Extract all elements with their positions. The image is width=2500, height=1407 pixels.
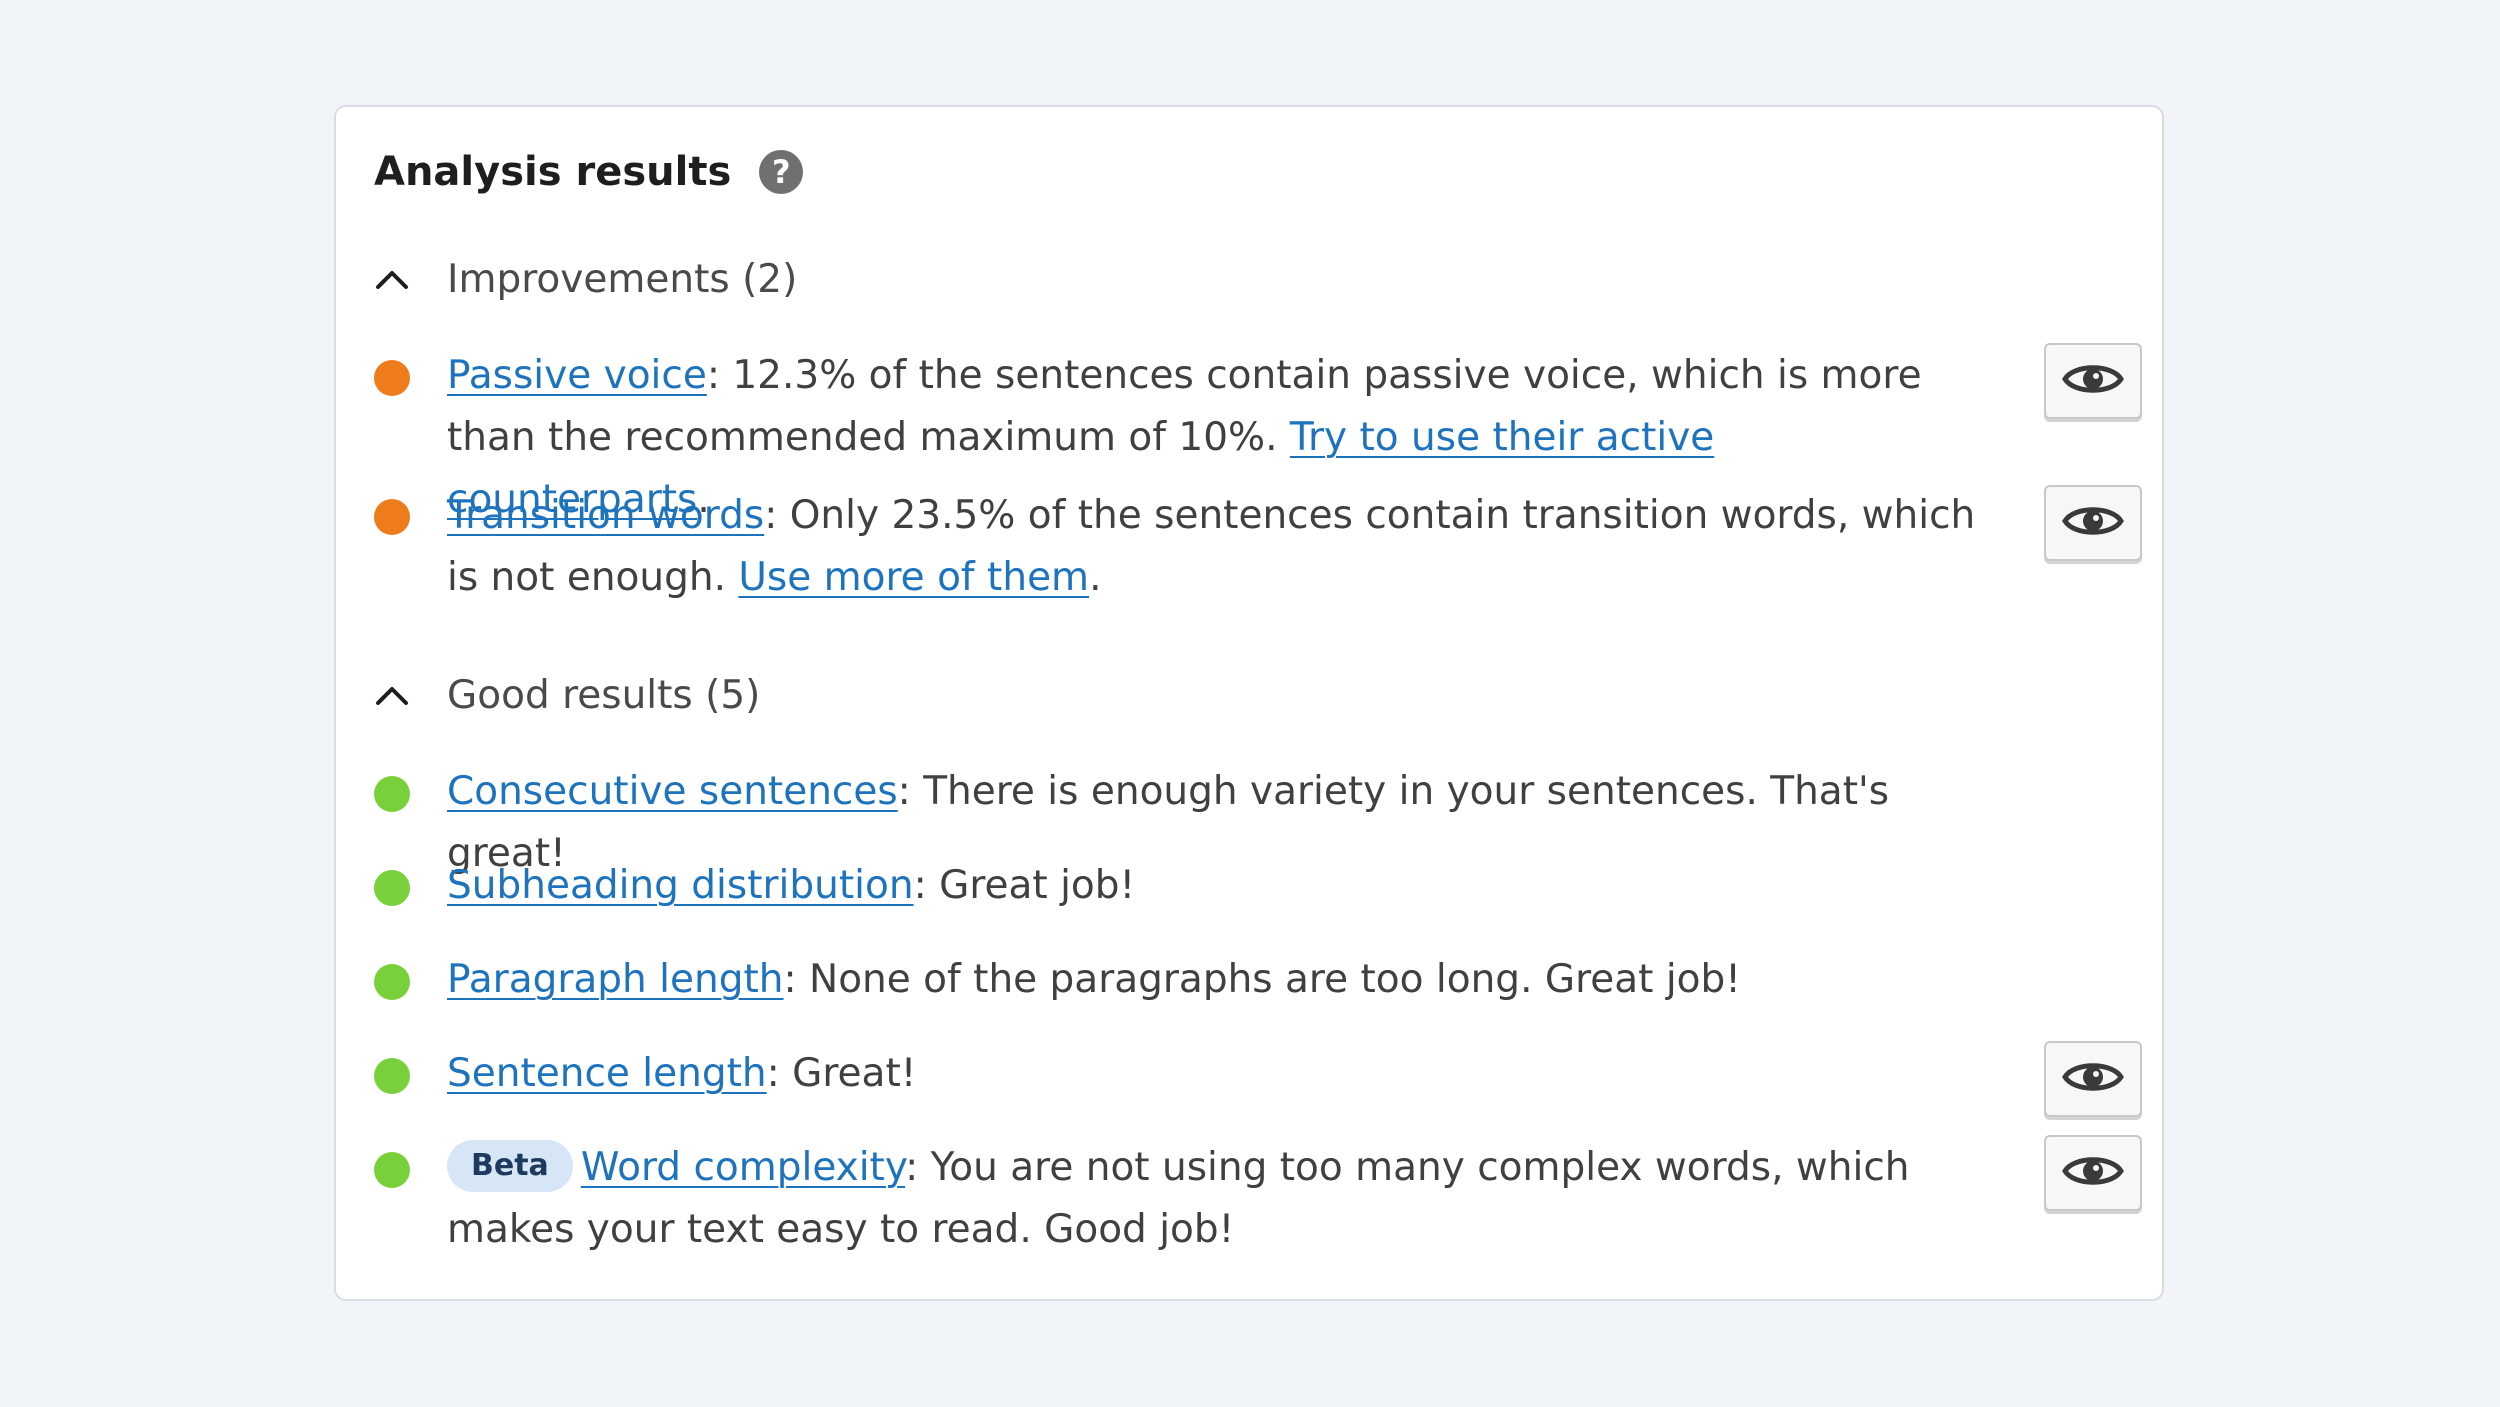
- passive-voice-link[interactable]: Passive voice: [447, 353, 707, 398]
- beta-badge: Beta: [447, 1139, 573, 1192]
- result-description: : Great job!: [913, 863, 1136, 908]
- analysis-results-panel: Analysis results ? Improvements (2) Pass…: [334, 105, 2164, 1301]
- improvements-section-toggle[interactable]: Improvements (2): [374, 249, 797, 309]
- transition-words-action-link[interactable]: Use more of them: [738, 555, 1089, 600]
- chevron-up-icon: [374, 677, 410, 713]
- transition-words-link[interactable]: Transition words: [447, 493, 764, 538]
- eye-icon: [2062, 359, 2124, 403]
- sentence-length-link[interactable]: Sentence length: [447, 1051, 767, 1096]
- eye-icon: [2062, 1057, 2124, 1101]
- panel-header: Analysis results ?: [374, 137, 804, 207]
- result-description: : Great!: [766, 1051, 917, 1096]
- status-bullet-green: [374, 776, 410, 812]
- result-text: Beta Word complexity: You are not using t…: [447, 1137, 1987, 1261]
- good-results-section-toggle[interactable]: Good results (5): [374, 665, 760, 725]
- chevron-up-icon: [374, 261, 410, 297]
- result-text: Paragraph length: None of the paragraphs…: [447, 949, 1987, 1011]
- transition-words-highlight-button[interactable]: [2044, 485, 2142, 561]
- status-bullet-orange: [374, 499, 410, 535]
- status-bullet-orange: [374, 360, 410, 396]
- improvements-section-label: Improvements (2): [447, 256, 798, 302]
- result-description: : None of the paragraphs are too long. G…: [783, 957, 1741, 1002]
- paragraph-length-link[interactable]: Paragraph length: [447, 957, 783, 1002]
- result-end: .: [1089, 555, 1102, 600]
- result-text: Transition words: Only 23.5% of the sent…: [447, 485, 1987, 609]
- result-text: Sentence length: Great!: [447, 1043, 1987, 1105]
- status-bullet-green: [374, 1058, 410, 1094]
- sentence-length-highlight-button[interactable]: [2044, 1041, 2142, 1117]
- status-bullet-green: [374, 870, 410, 906]
- consecutive-sentences-link[interactable]: Consecutive sentences: [447, 769, 898, 814]
- word-complexity-highlight-button[interactable]: [2044, 1135, 2142, 1211]
- status-bullet-green: [374, 1152, 410, 1188]
- good-results-section-label: Good results (5): [447, 672, 761, 718]
- subheading-distribution-link[interactable]: Subheading distribution: [447, 863, 914, 908]
- passive-voice-highlight-button[interactable]: [2044, 343, 2142, 419]
- panel-title: Analysis results: [374, 149, 732, 195]
- question-mark-icon[interactable]: ?: [759, 150, 804, 194]
- status-bullet-green: [374, 964, 410, 1000]
- word-complexity-link[interactable]: Word complexity: [581, 1145, 905, 1190]
- eye-icon: [2062, 501, 2124, 545]
- eye-icon: [2062, 1151, 2124, 1195]
- result-text: Subheading distribution: Great job!: [447, 855, 1987, 917]
